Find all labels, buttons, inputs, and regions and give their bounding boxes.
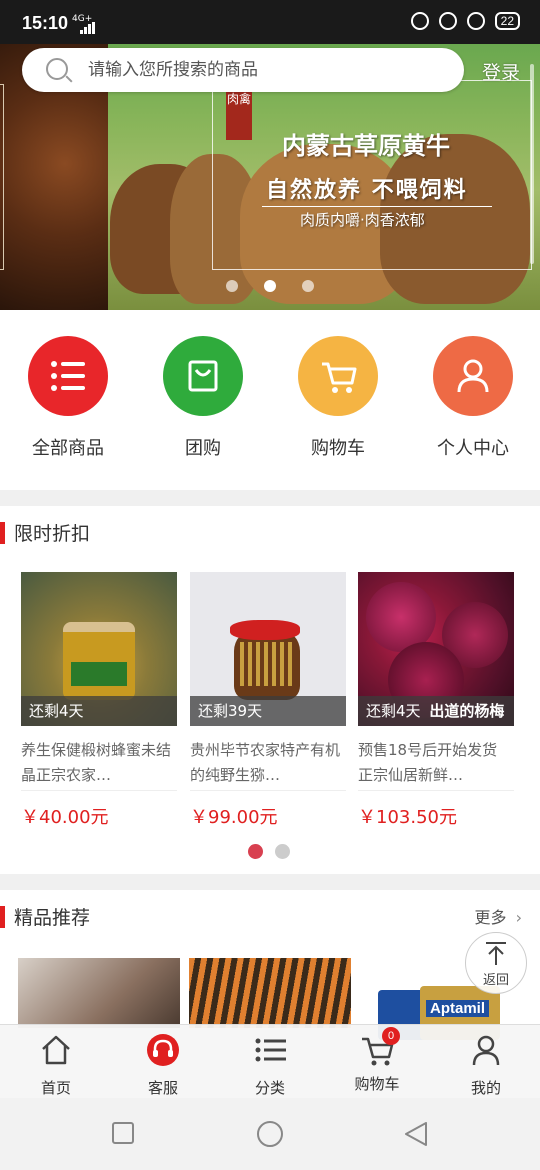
- divider: [358, 790, 514, 791]
- search-icon: [46, 58, 68, 80]
- category-label: 团购: [185, 438, 221, 459]
- remaining-time: 还剩4天: [21, 696, 177, 726]
- section-marker: [0, 906, 5, 928]
- brand-label: Aptamil: [426, 1000, 490, 1017]
- home-icon: [42, 1035, 70, 1065]
- arrow-up-icon: [486, 942, 506, 965]
- banner-divider: [262, 206, 492, 207]
- bottom-tab-bar: 首页 客服 分类 0 购物车 我的: [0, 1024, 540, 1098]
- cart-icon: 0: [360, 1027, 400, 1067]
- divider: [190, 790, 346, 791]
- banner-tag: 肉禽: [226, 88, 252, 140]
- category-label: 购物车: [311, 438, 365, 459]
- vibrate-icon: [410, 12, 429, 30]
- banner-pagination: [226, 280, 314, 292]
- status-time: 15:10: [22, 13, 69, 33]
- recommend-product-image[interactable]: [18, 958, 180, 1028]
- search-bar[interactable]: [22, 48, 464, 92]
- section-divider: [0, 490, 540, 506]
- divider: [21, 790, 177, 791]
- back-to-top-button[interactable]: 返回: [465, 932, 527, 994]
- banner-dot-3[interactable]: [302, 280, 314, 292]
- banner-subtitle: 自然放养 不喂饲料: [266, 178, 468, 203]
- category-cart[interactable]: 购物车: [283, 336, 393, 460]
- banner-title: 内蒙古草原黄牛: [282, 131, 450, 160]
- tab-cart[interactable]: 0 购物车: [337, 1027, 417, 1094]
- category-all-products[interactable]: 全部商品: [13, 336, 123, 460]
- bag-icon: [163, 336, 243, 416]
- cart-icon: [298, 336, 378, 416]
- more-link[interactable]: 更多 ›: [474, 904, 522, 928]
- signal-bars-icon: [80, 22, 95, 34]
- tab-customer-service[interactable]: 客服: [123, 1033, 203, 1098]
- recommend-product-image[interactable]: [189, 958, 351, 1028]
- product-overlay-text: 出道的杨梅: [429, 702, 505, 720]
- product-image: 还剩39天: [190, 572, 346, 726]
- product-image: 还剩4天: [21, 572, 177, 726]
- tab-label: 客服: [147, 1079, 178, 1097]
- home-button-icon[interactable]: [256, 1120, 284, 1148]
- lock-rotation-icon: [438, 12, 457, 30]
- banner-tagline: 肉质内嚼·肉香浓郁: [300, 211, 425, 229]
- tab-mine[interactable]: 我的: [446, 1033, 526, 1098]
- section-divider: [0, 874, 540, 890]
- tab-home[interactable]: 首页: [16, 1033, 96, 1098]
- banner-frame-left: [0, 84, 4, 270]
- product-card[interactable]: 还剩39天 贵州毕节农家特产有机的纯野生猕… ￥99.00元: [190, 572, 346, 829]
- recent-apps-icon[interactable]: [112, 1122, 134, 1144]
- more-label: 更多: [474, 908, 507, 927]
- product-name: 预售18号后开始发货 正宗仙居新鲜…: [358, 741, 498, 784]
- product-image: 还剩4天 出道的杨梅: [358, 572, 514, 726]
- category-label: 个人中心: [437, 438, 509, 459]
- battery-level: 22: [494, 12, 520, 30]
- tab-label: 购物车: [354, 1075, 400, 1093]
- category-list-icon: [255, 1038, 286, 1062]
- section-marker: [0, 522, 5, 544]
- flash-sale-pagination: [248, 844, 290, 859]
- recommend-header: 精品推荐 更多 ›: [0, 890, 540, 942]
- remaining-time-label: 还剩4天: [366, 702, 421, 720]
- flash-sale-header: 限时折扣: [0, 506, 540, 558]
- flash-sale-title: 限时折扣: [14, 523, 91, 545]
- tab-label: 首页: [40, 1079, 71, 1097]
- category-label: 全部商品: [32, 438, 104, 459]
- tab-label: 分类: [254, 1079, 285, 1097]
- tab-categories[interactable]: 分类: [230, 1033, 310, 1098]
- tab-label: 我的: [470, 1079, 501, 1097]
- product-price: ￥99.00元: [190, 807, 278, 828]
- product-price: ￥103.50元: [358, 807, 457, 828]
- user-icon: [433, 336, 513, 416]
- chevron-right-icon: ›: [515, 908, 522, 927]
- back-to-top-label: 返回: [482, 973, 509, 988]
- search-input[interactable]: [88, 48, 448, 92]
- person-icon: [472, 1035, 500, 1066]
- product-name: 养生保健椴树蜂蜜未结晶正宗农家…: [21, 741, 172, 784]
- product-name: 贵州毕节农家特产有机的纯野生猕…: [190, 741, 341, 784]
- back-button-icon[interactable]: [404, 1122, 428, 1146]
- status-bar: 15:10 4G+ 22: [0, 0, 540, 44]
- banner-dot-2[interactable]: [264, 280, 276, 292]
- remaining-time: 还剩39天: [190, 696, 346, 726]
- page-dot-2[interactable]: [275, 844, 290, 859]
- category-group-buy[interactable]: 团购: [148, 336, 258, 460]
- system-navigation-bar: [0, 1098, 540, 1170]
- product-card[interactable]: 还剩4天 出道的杨梅 预售18号后开始发货 正宗仙居新鲜… ￥103.50元: [358, 572, 514, 829]
- remaining-time: 还剩4天 出道的杨梅: [358, 696, 514, 726]
- cart-count-badge: 0: [382, 1027, 400, 1045]
- banner-dot-1[interactable]: [226, 280, 238, 292]
- product-price: ￥40.00元: [21, 807, 109, 828]
- recommend-title: 精品推荐: [14, 907, 91, 929]
- product-card[interactable]: 还剩4天 养生保健椴树蜂蜜未结晶正宗农家… ￥40.00元: [21, 572, 177, 829]
- list-icon: [28, 336, 108, 416]
- flash-sale-carousel: 还剩4天 养生保健椴树蜂蜜未结晶正宗农家… ￥40.00元 还剩39天 贵州毕节…: [0, 560, 540, 874]
- scrollbar[interactable]: [530, 64, 534, 264]
- alarm-icon: [466, 12, 485, 30]
- category-shortcuts: 全部商品 团购 购物车 个人中心: [0, 310, 540, 490]
- page-dot-1[interactable]: [248, 844, 263, 859]
- category-profile[interactable]: 个人中心: [418, 336, 528, 460]
- login-link[interactable]: 登录: [482, 58, 520, 85]
- headset-icon: [147, 1034, 179, 1066]
